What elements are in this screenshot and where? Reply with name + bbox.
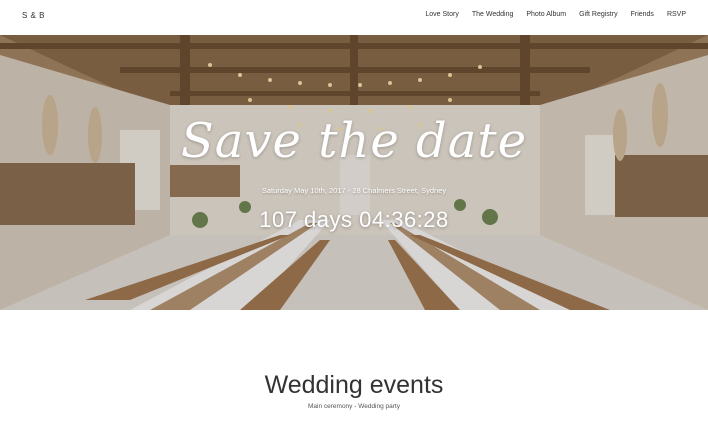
hero-banner: Save the date Saturday May 10th, 2017 - … (0, 35, 708, 310)
nav-friends[interactable]: Friends (631, 11, 654, 18)
nav-rsvp[interactable]: RSVP (667, 11, 686, 18)
countdown-timer: 107 days 04:36:28 (259, 207, 449, 232)
brand-logo[interactable]: S & B (22, 11, 45, 20)
top-navbar: S & B Love Story The Wedding Photo Album… (0, 0, 708, 36)
nav-gift-registry[interactable]: Gift Registry (579, 11, 618, 18)
nav-the-wedding[interactable]: The Wedding (472, 11, 514, 18)
events-heading: Wedding events (264, 371, 444, 399)
hero-title: Save the date (180, 113, 528, 169)
nav-love-story[interactable]: Love Story (425, 11, 458, 18)
main-nav: Love Story The Wedding Photo Album Gift … (425, 11, 686, 18)
hero-overlay (0, 35, 708, 310)
events-subheading: Main ceremony - Wedding party (307, 403, 400, 410)
nav-photo-album[interactable]: Photo Album (526, 11, 566, 18)
hero-subtitle: Saturday May 10th, 2017 - 28 Chalmers St… (261, 186, 447, 195)
